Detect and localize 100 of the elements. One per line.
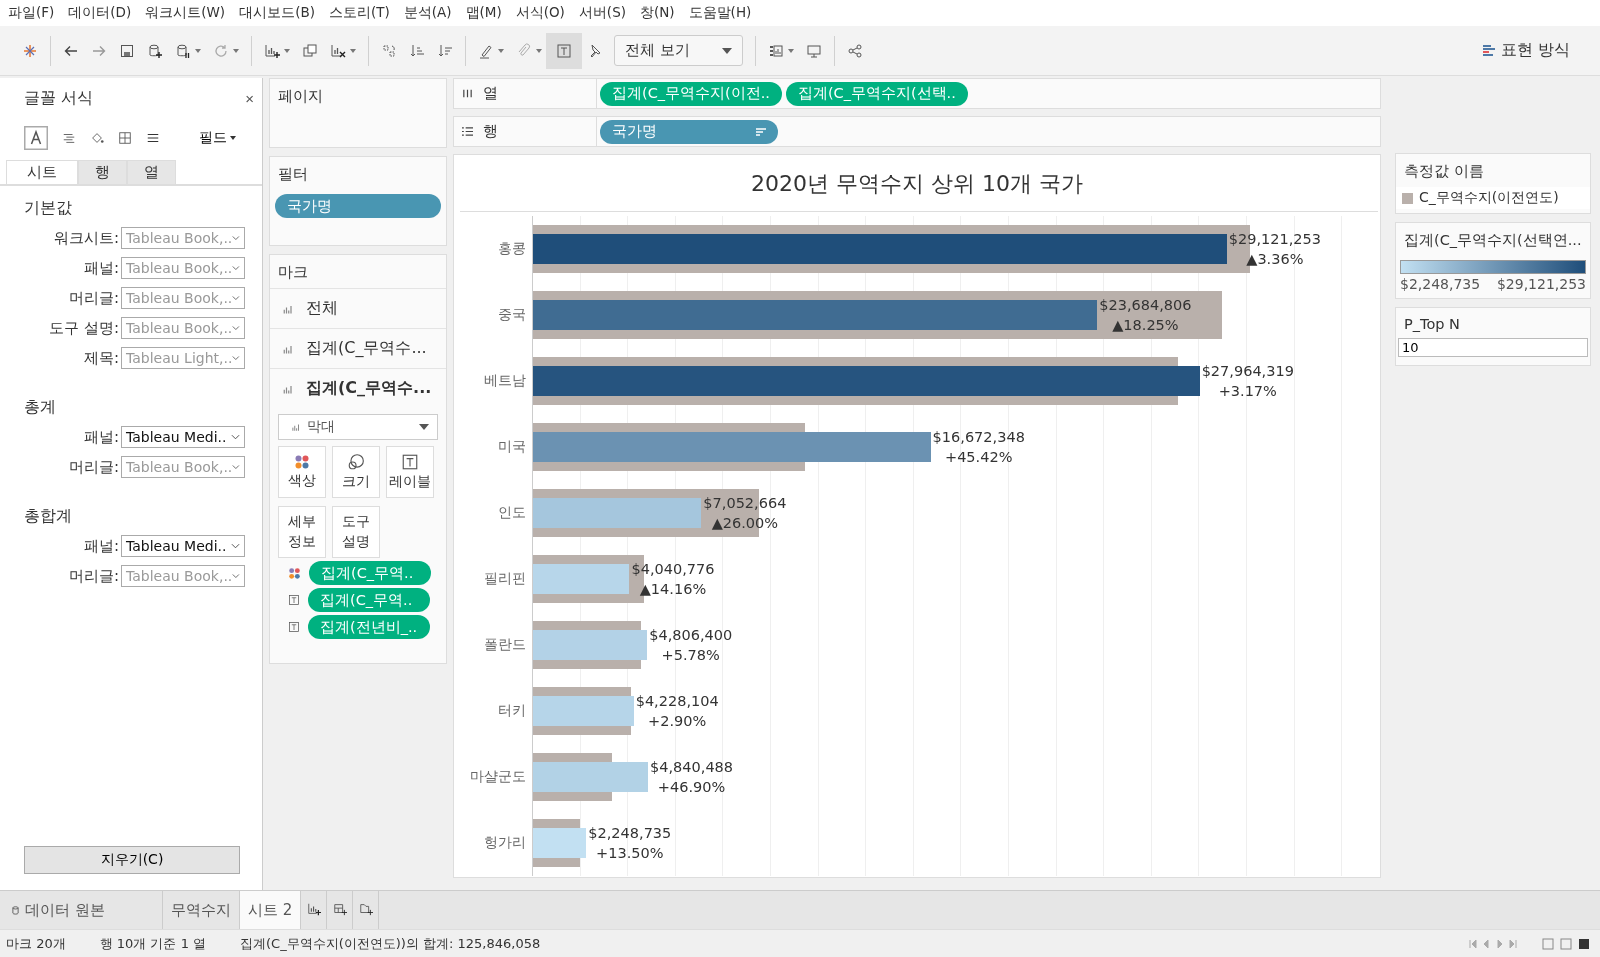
share-icon[interactable] <box>846 42 863 59</box>
category-label: 베트남 <box>483 372 527 390</box>
tooltip-card[interactable]: 도구 설명 <box>332 506 380 558</box>
data-label: $4,840,488 <box>650 758 734 777</box>
panel-title: 글꼴 서식 <box>24 87 94 109</box>
shelf-label: 열 <box>483 84 498 103</box>
rows-icon <box>462 126 473 137</box>
chevron-down-icon <box>232 464 240 470</box>
align-icon[interactable] <box>62 131 76 145</box>
sort-descending-icon[interactable] <box>437 42 453 59</box>
caret-icon[interactable] <box>233 48 239 53</box>
show-me-button[interactable]: 표현 방식 <box>1476 39 1576 62</box>
menu-item[interactable]: 서식(O) <box>515 4 565 22</box>
section-title: 총합계 <box>23 505 73 527</box>
chevron-down-icon <box>232 325 240 331</box>
data-label: ▲14.16% <box>639 580 707 599</box>
paint-bucket-icon[interactable] <box>90 131 104 145</box>
copy-icon[interactable] <box>302 42 318 59</box>
menu-item[interactable]: 분석(A) <box>403 4 452 22</box>
menu-item[interactable]: 대시보드(B) <box>239 4 315 22</box>
caret-icon[interactable] <box>536 48 542 53</box>
mark-type-select[interactable]: 막대 <box>278 414 438 440</box>
sheet-tab[interactable]: 시트 2 <box>240 891 302 929</box>
text-icon <box>288 621 300 633</box>
chart-remove-icon[interactable] <box>330 42 346 59</box>
marks-layer[interactable]: 집계(C_무역수... <box>270 368 446 408</box>
shelf-label: 행 <box>483 122 498 141</box>
category-label: 홍콩 <box>497 240 527 258</box>
tab[interactable]: 행 <box>78 160 127 184</box>
data-label: $23,684,806 <box>1099 296 1192 315</box>
database-plus-icon[interactable] <box>147 42 163 59</box>
font-select[interactable]: Tableau Medi.. <box>121 535 245 557</box>
card-title: 페이지 <box>277 86 324 107</box>
presentation-icon[interactable] <box>805 42 822 59</box>
sparkle-icon[interactable] <box>22 42 38 59</box>
circles-icon <box>347 453 365 471</box>
legend-label: $29,121,253 <box>1496 276 1586 292</box>
caret-icon[interactable] <box>284 48 290 53</box>
data-label: +3.17% <box>1218 382 1277 401</box>
caret-icon[interactable] <box>787 48 794 53</box>
data-label: $16,672,348 <box>932 428 1025 447</box>
chevron-down-icon <box>232 235 240 241</box>
font-icon[interactable] <box>24 126 48 150</box>
clear-button[interactable]: 지우기(C) <box>24 846 240 874</box>
caret-icon[interactable] <box>498 48 504 53</box>
menu-item[interactable]: 서버(S) <box>578 4 626 22</box>
view-mode-icon[interactable] <box>1542 937 1592 950</box>
paperclip-icon[interactable] <box>516 42 532 59</box>
tab[interactable]: 시트 <box>6 160 78 184</box>
legend-title: 집계(C_무역수지(선택연... <box>1403 231 1583 250</box>
parameter-field[interactable]: 10 <box>1398 338 1588 357</box>
chart-plus-icon[interactable] <box>264 42 280 59</box>
data-label: +2.90% <box>648 712 707 731</box>
tab[interactable]: 열 <box>127 160 176 184</box>
category-label: 헝가리 <box>483 834 527 852</box>
menu-item[interactable]: 워크시트(W) <box>145 4 226 22</box>
caret-icon[interactable] <box>195 48 201 53</box>
chevron-down-icon <box>232 265 240 271</box>
category-label: 미국 <box>497 438 527 456</box>
menu-item[interactable]: 도움말(H) <box>688 4 752 22</box>
field-label: 워크시트: <box>53 228 119 248</box>
data-label: ▲18.25% <box>1112 316 1179 335</box>
menu-item[interactable]: 창(N) <box>639 4 675 22</box>
menu-item[interactable]: 맵(M) <box>465 4 502 22</box>
marks-layer[interactable]: 전체 <box>270 288 446 328</box>
data-label: $27,964,319 <box>1201 362 1294 381</box>
marks-layer[interactable]: 집계(C_무역수... <box>270 328 446 368</box>
status-text: 행 10개 기준 1 열 <box>99 934 207 953</box>
data-label: +46.90% <box>657 778 726 797</box>
legend-label: $2,248,735 <box>1400 276 1481 292</box>
grid-icon[interactable] <box>118 131 132 145</box>
size-card[interactable]: 크기 <box>332 446 380 498</box>
fields-dropdown[interactable]: 필드 <box>193 128 242 148</box>
card-title: 마크 <box>277 262 309 283</box>
color-card[interactable]: 색상 <box>278 446 326 498</box>
chart-plus-icon <box>306 901 321 916</box>
bar-chart-icon[interactable] <box>767 42 784 59</box>
sort-ascending-icon[interactable] <box>409 42 425 59</box>
view-select[interactable]: 전체 보기 <box>614 35 743 66</box>
detail-card[interactable]: 세부 정보 <box>278 506 326 558</box>
label-card[interactable]: 레이블 <box>386 446 434 498</box>
menu-item[interactable]: 스토리(T) <box>328 4 390 22</box>
menu-item[interactable]: 파일(F) <box>8 4 55 22</box>
close-button[interactable]: × <box>245 89 254 107</box>
caret-icon[interactable] <box>350 48 356 53</box>
menu-item[interactable]: 데이터(D) <box>68 4 132 22</box>
chevron-down-icon <box>231 543 240 549</box>
lines-icon[interactable] <box>146 131 160 145</box>
refresh-icon[interactable] <box>213 42 229 59</box>
category-label: 마샬군도 <box>469 768 527 786</box>
chevron-down-icon <box>232 355 240 361</box>
bar-chart-icon <box>1482 43 1495 58</box>
chevron-down-icon <box>232 573 240 579</box>
field-label: 패널: <box>83 258 119 278</box>
dots-icon <box>294 454 310 470</box>
caret-icon <box>230 136 236 140</box>
database-icon <box>12 905 19 915</box>
columns-icon <box>462 88 473 99</box>
font-select[interactable]: Tableau Medi.. <box>121 426 245 448</box>
database-pause-icon[interactable] <box>175 42 191 59</box>
